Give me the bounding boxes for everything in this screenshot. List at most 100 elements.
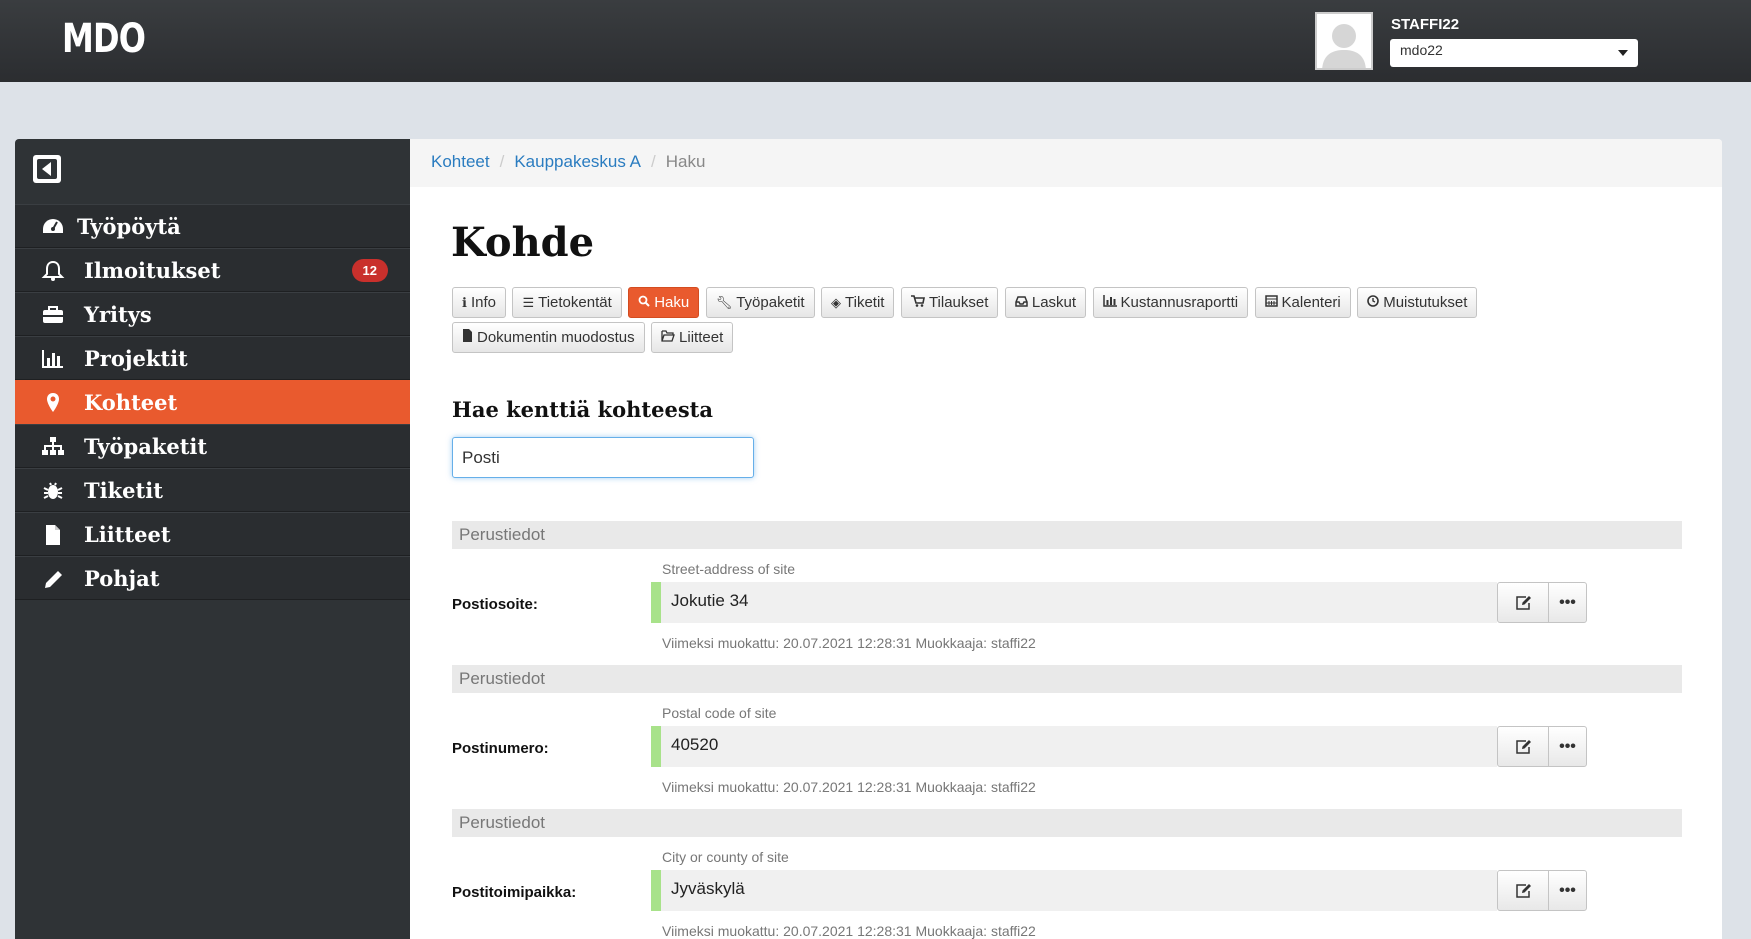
- edit-icon: [1516, 883, 1531, 898]
- search-icon: [638, 295, 650, 310]
- clock-icon: [1367, 295, 1380, 310]
- tab-kalenteri[interactable]: Kalenteri: [1254, 287, 1351, 318]
- sidebar-collapse-button[interactable]: [31, 153, 63, 185]
- breadcrumb: Kohteet / Kauppakeskus A / Haku: [410, 139, 1722, 187]
- app-logo[interactable]: MDO: [62, 16, 146, 62]
- bar-chart-icon: [1102, 295, 1117, 310]
- tag-icon: ◈: [831, 295, 842, 310]
- sidebar-item-ilmoitukset[interactable]: Ilmoitukset 12: [15, 248, 410, 292]
- breadcrumb-link-kohteet[interactable]: Kohteet: [431, 152, 490, 171]
- field-row-postitoimipaikka: Perustiedot Postitoimipaikka: City or co…: [452, 809, 1682, 939]
- more-options-button[interactable]: •••: [1548, 582, 1587, 623]
- sidebar-item-label: Projektit: [84, 346, 188, 371]
- tab-tiketit[interactable]: ◈ Tiketit: [821, 287, 895, 318]
- list-icon: ☰: [522, 295, 535, 310]
- sidebar-item-yritys[interactable]: Yritys: [15, 292, 410, 336]
- field-value[interactable]: Jyväskylä: [651, 870, 1497, 911]
- tab-liitteet[interactable]: Liitteet: [651, 322, 734, 353]
- edit-icon: [1516, 739, 1531, 754]
- tab-label: Liitteet: [679, 329, 724, 346]
- tab-label: Kustannusraportti: [1120, 294, 1239, 311]
- tab-tietokentat[interactable]: ☰ Tietokentät: [512, 287, 622, 318]
- tab-muistutukset[interactable]: Muistutukset: [1357, 287, 1478, 318]
- tab-kustannusraportti[interactable]: Kustannusraportti: [1092, 287, 1249, 318]
- dashboard-icon: [41, 216, 65, 238]
- tab-label: Haku: [654, 294, 690, 311]
- pencil-icon: [41, 568, 65, 590]
- field-value[interactable]: 40520: [651, 726, 1497, 767]
- company-select-value: mdo22: [1400, 42, 1443, 58]
- field-label: Postinumero:: [452, 740, 549, 757]
- cart-icon: [910, 295, 925, 310]
- sidebar-item-label: Tiketit: [84, 478, 163, 503]
- field-label: Postitoimipaikka:: [452, 884, 577, 901]
- field-last-modified: Viimeksi muokattu: 20.07.2021 12:28:31 M…: [662, 923, 1036, 939]
- tab-label: Dokumentin muodostus: [477, 329, 635, 346]
- breadcrumb-current: Haku: [665, 152, 706, 171]
- user-silhouette-icon: [1322, 24, 1366, 68]
- sidebar-item-label: Liitteet: [84, 522, 171, 547]
- tab-label: Muistutukset: [1383, 294, 1468, 311]
- file-icon: [41, 524, 65, 546]
- tab-label: Info: [470, 294, 496, 311]
- breadcrumb-separator: /: [651, 152, 656, 171]
- tab-label: Tilaukset: [928, 294, 989, 311]
- tab-laskut[interactable]: Laskut: [1004, 287, 1087, 318]
- edit-field-button[interactable]: [1497, 726, 1549, 767]
- sidebar-item-tiketit[interactable]: Tiketit: [15, 468, 410, 512]
- field-label: Postiosoite:: [452, 596, 538, 613]
- info-icon: ℹ: [462, 295, 467, 310]
- edit-field-button[interactable]: [1497, 870, 1549, 911]
- field-search-input[interactable]: [452, 437, 754, 478]
- ellipsis-icon: •••: [1559, 881, 1576, 899]
- tab-tyopaketit[interactable]: 🔧︎ Työpaketit: [705, 287, 815, 318]
- sidebar-item-tyopoyta[interactable]: Työpöytä: [15, 204, 410, 248]
- map-marker-icon: [41, 392, 65, 414]
- sidebar-item-kohteet[interactable]: Kohteet: [15, 380, 410, 424]
- site-tabs: ℹ Info ☰ Tietokentät Haku 🔧︎ Työpaketit ◈ Ti…: [452, 287, 1552, 357]
- company-select[interactable]: mdo22: [1390, 39, 1638, 67]
- tab-tilaukset[interactable]: Tilaukset: [900, 287, 999, 318]
- folder-open-icon: [661, 330, 675, 345]
- main-panel: Kohteet / Kauppakeskus A / Haku Kohde ℹ Info …: [410, 139, 1722, 939]
- edit-icon: [1516, 595, 1531, 610]
- bell-icon: [41, 260, 65, 282]
- tab-label: Tietokentät: [538, 294, 612, 311]
- bug-icon: [41, 480, 65, 502]
- tab-haku[interactable]: Haku: [628, 287, 700, 318]
- search-section-title: Hae kenttiä kohteesta: [452, 397, 713, 422]
- bar-chart-icon: [41, 348, 65, 370]
- tab-label: Työpaketit: [736, 294, 805, 311]
- field-value[interactable]: Jokutie 34: [651, 582, 1497, 623]
- field-description: City or county of site: [662, 849, 789, 865]
- calendar-icon: [1264, 294, 1278, 310]
- more-options-button[interactable]: •••: [1548, 870, 1587, 911]
- field-group-header: Perustiedot: [452, 521, 1682, 549]
- sidebar-item-label: Työpöytä: [77, 214, 181, 239]
- tab-label: Tiketit: [845, 294, 885, 311]
- inbox-icon: [1015, 295, 1028, 310]
- more-options-button[interactable]: •••: [1548, 726, 1587, 767]
- field-row-postiosoite: Perustiedot Postiosoite: Street-address …: [452, 521, 1682, 665]
- sidebar-item-projektit[interactable]: Projektit: [15, 336, 410, 380]
- sidebar-item-tyopaketit[interactable]: Työpaketit: [15, 424, 410, 468]
- sidebar-item-liitteet[interactable]: Liitteet: [15, 512, 410, 556]
- ellipsis-icon: •••: [1559, 593, 1576, 611]
- field-last-modified: Viimeksi muokattu: 20.07.2021 12:28:31 M…: [662, 635, 1036, 651]
- tab-label: Kalenteri: [1281, 294, 1341, 311]
- user-avatar[interactable]: [1315, 12, 1373, 70]
- field-description: Postal code of site: [662, 705, 777, 721]
- tab-dokumentin-muodostus[interactable]: Dokumentin muodostus: [452, 322, 645, 353]
- breadcrumb-link-site[interactable]: Kauppakeskus A: [514, 152, 641, 171]
- tab-info[interactable]: ℹ Info: [452, 287, 506, 318]
- field-last-modified: Viimeksi muokattu: 20.07.2021 12:28:31 M…: [662, 779, 1036, 795]
- file-icon: [462, 329, 473, 345]
- notification-count-badge: 12: [351, 259, 388, 282]
- sidebar-item-pohjat[interactable]: Pohjat: [15, 556, 410, 600]
- sitemap-icon: [41, 436, 65, 458]
- sidebar-item-label: Ilmoitukset: [84, 258, 221, 283]
- briefcase-icon: [41, 304, 65, 326]
- edit-field-button[interactable]: [1497, 582, 1549, 623]
- sidebar-item-label: Kohteet: [84, 390, 178, 415]
- page-title: Kohde: [451, 219, 595, 266]
